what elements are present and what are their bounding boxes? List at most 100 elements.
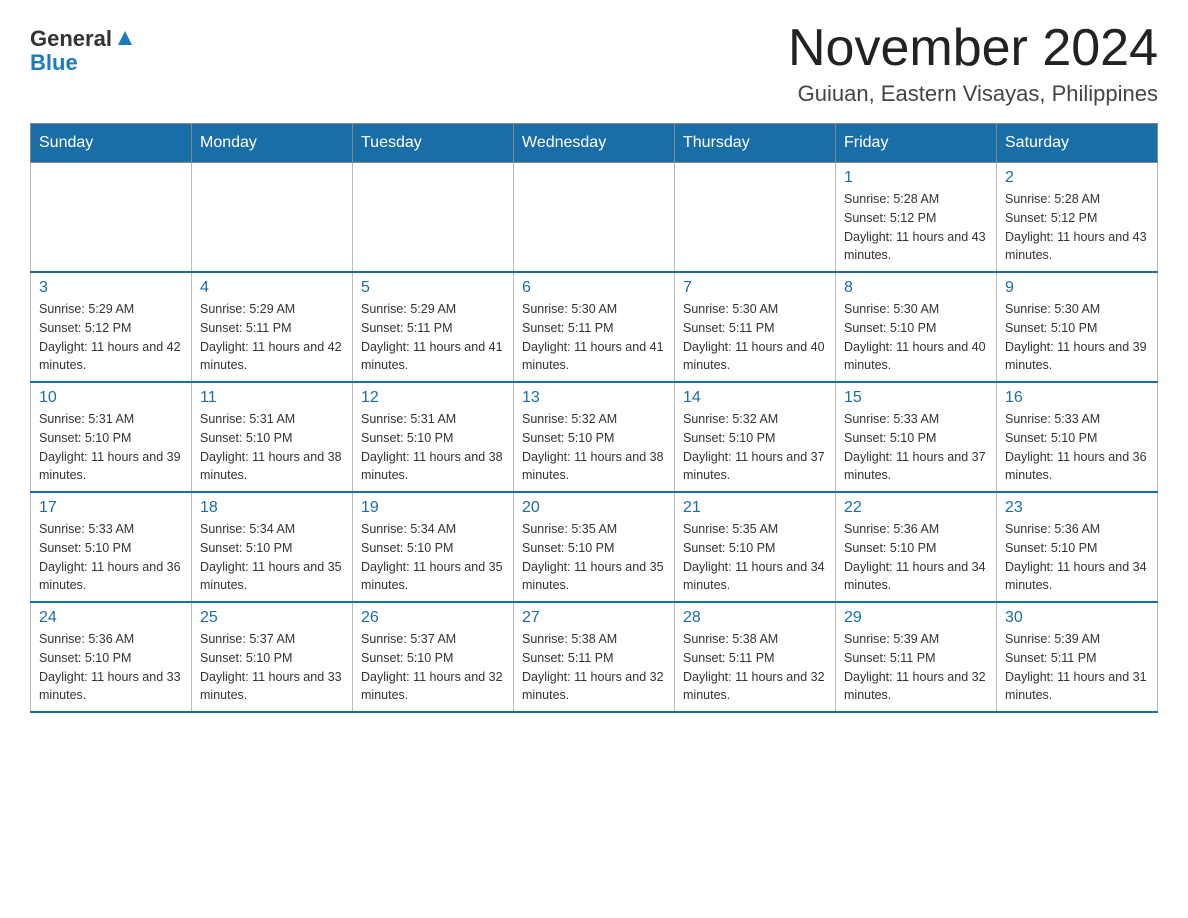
calendar-cell [353, 163, 514, 273]
calendar-cell: 25Sunrise: 5:37 AM Sunset: 5:10 PM Dayli… [192, 602, 353, 712]
day-info: Sunrise: 5:29 AM Sunset: 5:11 PM Dayligh… [361, 300, 505, 375]
day-info: Sunrise: 5:35 AM Sunset: 5:10 PM Dayligh… [683, 520, 827, 595]
week-row-3: 10 Sunrise: 5:31 AM Sunset: 5:10 PM Dayli… [31, 382, 1158, 492]
day-number: 20 [522, 499, 666, 517]
calendar-cell: 23 Sunrise: 5:36 AM Sunset: 5:10 PM Dayli… [997, 492, 1158, 602]
calendar-cell: 28 Sunrise: 5:38 AM Sunset: 5:11 PM Dayli… [675, 602, 836, 712]
day-number: 12 [361, 389, 505, 407]
calendar-cell: 2 Sunrise: 5:28 AM Sunset: 5:12 PM Daylig… [997, 163, 1158, 273]
day-number: 9 [1005, 279, 1149, 297]
week-row-2: 3 Sunrise: 5:29 AM Sunset: 5:12 PM Daylig… [31, 272, 1158, 382]
day-info: Sunrise: 5:33 AM Sunset: 5:10 PM Dayligh… [1005, 410, 1149, 485]
calendar-header-thursday: Thursday [675, 124, 836, 163]
day-number: 21 [683, 499, 827, 517]
day-number: 4 [200, 279, 344, 297]
day-info: Sunrise: 5:31 AM Sunset: 5:10 PM Dayligh… [361, 410, 505, 485]
logo-triangle-icon [114, 27, 136, 49]
logo: General Blue [30, 20, 136, 76]
calendar-cell: 21 Sunrise: 5:35 AM Sunset: 5:10 PM Dayli… [675, 492, 836, 602]
calendar-cell: 12 Sunrise: 5:31 AM Sunset: 5:10 PM Dayli… [353, 382, 514, 492]
calendar-cell: 18 Sunrise: 5:34 AM Sunset: 5:10 PM Dayli… [192, 492, 353, 602]
day-number: 25 [200, 609, 344, 627]
week-row-5: 24 Sunrise: 5:36 AM Sunset: 5:10 PM Dayli… [31, 602, 1158, 712]
calendar-table: SundayMondayTuesdayWednesdayThursdayFrid… [30, 123, 1158, 713]
day-number: 13 [522, 389, 666, 407]
calendar-cell [675, 163, 836, 273]
day-number: 11 [200, 389, 344, 407]
day-number: 17 [39, 499, 183, 517]
day-number: 18 [200, 499, 344, 517]
day-number: 14 [683, 389, 827, 407]
calendar-cell [192, 163, 353, 273]
day-info: Sunrise: 5:36 AM Sunset: 5:10 PM Dayligh… [39, 630, 183, 705]
day-info: Sunrise: 5:28 AM Sunset: 5:12 PM Dayligh… [1005, 190, 1149, 265]
week-row-4: 17 Sunrise: 5:33 AM Sunset: 5:10 PM Dayli… [31, 492, 1158, 602]
day-info: Sunrise: 5:34 AM Sunset: 5:10 PM Dayligh… [361, 520, 505, 595]
day-info: Sunrise: 5:34 AM Sunset: 5:10 PM Dayligh… [200, 520, 344, 595]
calendar-cell: 7Sunrise: 5:30 AM Sunset: 5:11 PM Daylig… [675, 272, 836, 382]
calendar-header-saturday: Saturday [997, 124, 1158, 163]
calendar-header-friday: Friday [836, 124, 997, 163]
day-info: Sunrise: 5:39 AM Sunset: 5:11 PM Dayligh… [844, 630, 988, 705]
day-number: 5 [361, 279, 505, 297]
calendar-header-wednesday: Wednesday [514, 124, 675, 163]
calendar-cell: 5 Sunrise: 5:29 AM Sunset: 5:11 PM Daylig… [353, 272, 514, 382]
day-number: 1 [844, 169, 988, 187]
calendar-cell: 10 Sunrise: 5:31 AM Sunset: 5:10 PM Dayli… [31, 382, 192, 492]
day-info: Sunrise: 5:28 AM Sunset: 5:12 PM Dayligh… [844, 190, 988, 265]
day-number: 2 [1005, 169, 1149, 187]
day-info: Sunrise: 5:32 AM Sunset: 5:10 PM Dayligh… [683, 410, 827, 485]
day-info: Sunrise: 5:33 AM Sunset: 5:10 PM Dayligh… [844, 410, 988, 485]
day-number: 3 [39, 279, 183, 297]
day-info: Sunrise: 5:37 AM Sunset: 5:10 PM Dayligh… [361, 630, 505, 705]
day-number: 27 [522, 609, 666, 627]
day-info: Sunrise: 5:31 AM Sunset: 5:10 PM Dayligh… [39, 410, 183, 485]
calendar-cell: 4Sunrise: 5:29 AM Sunset: 5:11 PM Daylig… [192, 272, 353, 382]
calendar-cell: 1 Sunrise: 5:28 AM Sunset: 5:12 PM Daylig… [836, 163, 997, 273]
day-info: Sunrise: 5:30 AM Sunset: 5:10 PM Dayligh… [1005, 300, 1149, 375]
day-number: 6 [522, 279, 666, 297]
calendar-cell: 16Sunrise: 5:33 AM Sunset: 5:10 PM Dayli… [997, 382, 1158, 492]
day-info: Sunrise: 5:35 AM Sunset: 5:10 PM Dayligh… [522, 520, 666, 595]
calendar-cell: 3 Sunrise: 5:29 AM Sunset: 5:12 PM Daylig… [31, 272, 192, 382]
day-number: 24 [39, 609, 183, 627]
calendar-cell: 24 Sunrise: 5:36 AM Sunset: 5:10 PM Dayli… [31, 602, 192, 712]
calendar-header-row: SundayMondayTuesdayWednesdayThursdayFrid… [31, 124, 1158, 163]
calendar-cell: 17 Sunrise: 5:33 AM Sunset: 5:10 PM Dayli… [31, 492, 192, 602]
day-number: 28 [683, 609, 827, 627]
calendar-cell: 30 Sunrise: 5:39 AM Sunset: 5:11 PM Dayli… [997, 602, 1158, 712]
calendar-cell: 15 Sunrise: 5:33 AM Sunset: 5:10 PM Dayli… [836, 382, 997, 492]
subtitle: Guiuan, Eastern Visayas, Philippines [788, 81, 1158, 107]
calendar-header-monday: Monday [192, 124, 353, 163]
calendar-cell: 19 Sunrise: 5:34 AM Sunset: 5:10 PM Dayli… [353, 492, 514, 602]
calendar-header-sunday: Sunday [31, 124, 192, 163]
day-number: 10 [39, 389, 183, 407]
day-number: 8 [844, 279, 988, 297]
day-info: Sunrise: 5:36 AM Sunset: 5:10 PM Dayligh… [1005, 520, 1149, 595]
day-info: Sunrise: 5:36 AM Sunset: 5:10 PM Dayligh… [844, 520, 988, 595]
day-info: Sunrise: 5:33 AM Sunset: 5:10 PM Dayligh… [39, 520, 183, 595]
calendar-cell: 20 Sunrise: 5:35 AM Sunset: 5:10 PM Dayli… [514, 492, 675, 602]
day-info: Sunrise: 5:38 AM Sunset: 5:11 PM Dayligh… [683, 630, 827, 705]
day-number: 23 [1005, 499, 1149, 517]
calendar-header-tuesday: Tuesday [353, 124, 514, 163]
calendar-cell: 13 Sunrise: 5:32 AM Sunset: 5:10 PM Dayli… [514, 382, 675, 492]
week-row-1: 1 Sunrise: 5:28 AM Sunset: 5:12 PM Daylig… [31, 163, 1158, 273]
calendar-cell: 6Sunrise: 5:30 AM Sunset: 5:11 PM Daylig… [514, 272, 675, 382]
calendar-cell: 8 Sunrise: 5:30 AM Sunset: 5:10 PM Daylig… [836, 272, 997, 382]
day-info: Sunrise: 5:32 AM Sunset: 5:10 PM Dayligh… [522, 410, 666, 485]
calendar-cell: 29Sunrise: 5:39 AM Sunset: 5:11 PM Dayli… [836, 602, 997, 712]
day-number: 30 [1005, 609, 1149, 627]
calendar-cell: 9 Sunrise: 5:30 AM Sunset: 5:10 PM Daylig… [997, 272, 1158, 382]
calendar-cell: 11 Sunrise: 5:31 AM Sunset: 5:10 PM Dayli… [192, 382, 353, 492]
day-info: Sunrise: 5:31 AM Sunset: 5:10 PM Dayligh… [200, 410, 344, 485]
day-number: 19 [361, 499, 505, 517]
day-info: Sunrise: 5:30 AM Sunset: 5:10 PM Dayligh… [844, 300, 988, 375]
header: General Blue November 2024 Guiuan, Easte… [30, 20, 1158, 107]
day-info: Sunrise: 5:39 AM Sunset: 5:11 PM Dayligh… [1005, 630, 1149, 705]
day-info: Sunrise: 5:29 AM Sunset: 5:12 PM Dayligh… [39, 300, 183, 375]
day-info: Sunrise: 5:38 AM Sunset: 5:11 PM Dayligh… [522, 630, 666, 705]
day-number: 15 [844, 389, 988, 407]
day-number: 22 [844, 499, 988, 517]
main-title: November 2024 [788, 20, 1158, 77]
